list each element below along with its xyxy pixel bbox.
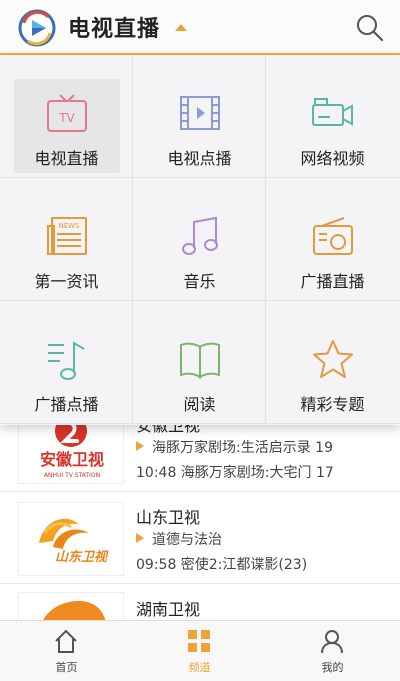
menu-item-web-video[interactable]: 网络视频 (266, 55, 400, 178)
music-note-icon (182, 216, 218, 255)
page-title[interactable]: 电视直播 (68, 11, 160, 43)
channel-category-menu: TV 电视直播 电视点播 网络视频 NEWS 第一资讯 音乐 广播直播 广播点播… (0, 55, 400, 425)
next-program: 09:58 密使2:江都谍影(23) (136, 557, 308, 573)
menu-item-music[interactable]: 音乐 (133, 178, 266, 301)
menu-item-label: 广播直播 (300, 272, 365, 291)
caret-up-icon[interactable] (175, 24, 187, 31)
search-icon[interactable] (355, 13, 385, 43)
video-camera-icon (312, 98, 353, 126)
svg-text:ANHUI TV STATION: ANHUI TV STATION (44, 472, 100, 479)
menu-item-label: 广播点播 (34, 395, 99, 414)
star-icon (313, 340, 353, 378)
tab-label: 首页 (55, 661, 78, 674)
svg-text:山东卫视: 山东卫视 (55, 549, 109, 565)
user-icon (321, 630, 343, 654)
channel-list: 安徽卫视 ANHUI TV STATION 安徽卫视 海豚万家剧场:生活启示录 … (0, 400, 400, 633)
channel-name: 山东卫视 (136, 508, 201, 527)
now-playing: 海豚万家剧场:生活启示录 19 (136, 437, 366, 457)
menu-item-reading[interactable]: 阅读 (133, 301, 266, 424)
now-playing: 道德与法治 (136, 529, 366, 549)
tab-label: 频道 (188, 661, 211, 674)
shandong-tv-logo: 山东卫视 (39, 518, 109, 565)
home-icon (55, 629, 77, 653)
svg-text:NEWS: NEWS (58, 222, 80, 230)
menu-item-label: 阅读 (183, 395, 216, 414)
menu-item-radio-live[interactable]: 广播直播 (266, 178, 400, 301)
next-program: 10:48 海豚万家剧场:大宅门 17 (136, 465, 334, 481)
play-arrow-icon (136, 441, 144, 451)
menu-item-label: 网络视频 (300, 149, 365, 168)
news-icon: NEWS (47, 217, 87, 255)
menu-item-featured[interactable]: 精彩专题 (266, 301, 400, 424)
menu-item-radio-vod[interactable]: 广播点播 (0, 301, 133, 424)
audio-playlist-icon (48, 341, 85, 380)
tv-icon: TV (47, 94, 87, 132)
menu-item-label: 音乐 (183, 272, 216, 291)
menu-item-label: 精彩专题 (300, 395, 365, 414)
tab-channels[interactable]: 频道 (133, 621, 266, 681)
tab-label: 我的 (321, 661, 344, 674)
bottom-tab-bar: 首页 频道 我的 (0, 620, 400, 681)
menu-item-label: 第一资讯 (34, 272, 99, 291)
menu-item-label: 电视直播 (34, 149, 99, 168)
menu-item-tv-vod[interactable]: 电视点播 (133, 55, 266, 178)
menu-item-news[interactable]: NEWS 第一资讯 (0, 178, 133, 301)
book-icon (180, 342, 220, 379)
svg-text:安徽卫视: 安徽卫视 (40, 450, 104, 469)
menu-item-label: 电视点播 (167, 149, 232, 168)
channel-row[interactable]: 山东卫视 山东卫视 道德与法治 09:58 密使2:江都谍影(23) (0, 492, 400, 584)
play-arrow-icon (136, 533, 144, 543)
tab-mine[interactable]: 我的 (266, 621, 400, 681)
app-logo-icon (18, 9, 56, 47)
svg-text:TV: TV (58, 111, 75, 125)
menu-item-tv-live[interactable]: TV 电视直播 (0, 55, 133, 178)
grid-icon (188, 630, 210, 652)
tab-home[interactable]: 首页 (0, 621, 133, 681)
film-icon (180, 96, 220, 130)
channel-logo: 山东卫视 (18, 502, 124, 576)
app-header: 电视直播 (0, 0, 400, 55)
channel-name: 湖南卫视 (136, 600, 201, 619)
channel-row[interactable]: 湖南卫视 (0, 584, 400, 633)
radio-icon (313, 217, 353, 255)
